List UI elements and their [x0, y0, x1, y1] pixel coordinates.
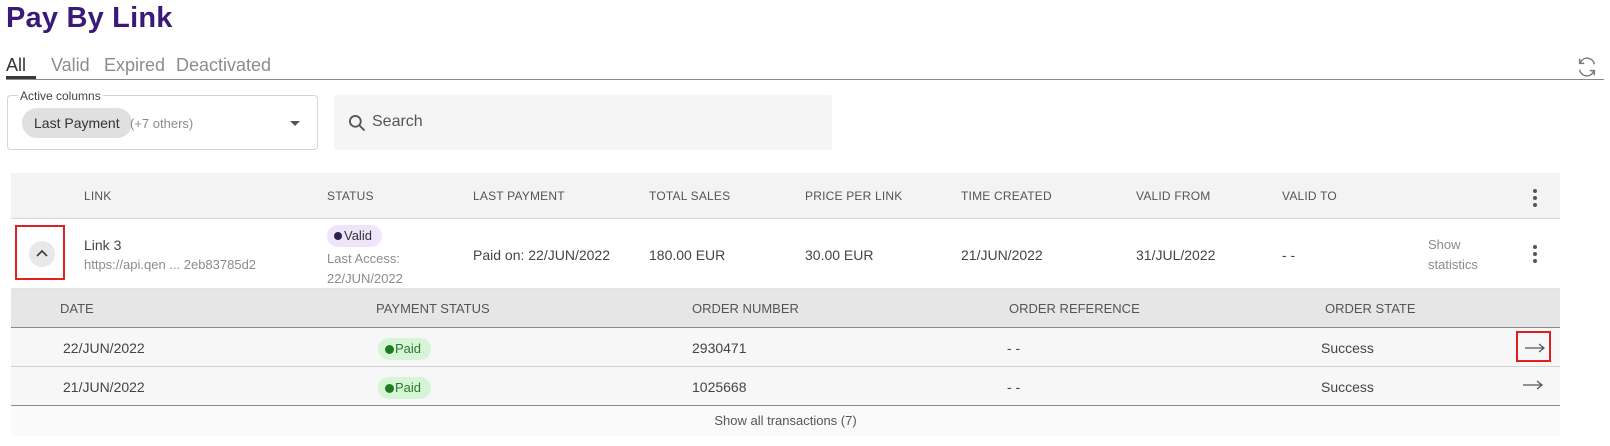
columns-menu-icon[interactable]	[1533, 189, 1537, 210]
payment-status-badge: Paid	[378, 377, 432, 399]
header-status: STATUS	[327, 189, 374, 203]
status-dot-icon	[334, 232, 342, 240]
active-columns-label: Active columns	[18, 89, 103, 103]
search-box[interactable]	[334, 95, 832, 150]
show-statistics-line2: statistics	[1428, 257, 1478, 272]
transaction-date: 22/JUN/2022	[63, 340, 145, 356]
table-header: LINK STATUS LAST PAYMENT TOTAL SALES PRI…	[11, 173, 1560, 219]
link-name[interactable]: Link 3	[84, 237, 121, 253]
transactions-header: DATE PAYMENT STATUS ORDER NUMBER ORDER R…	[11, 289, 1560, 328]
show-statistics-line1: Show	[1428, 237, 1461, 252]
tab-valid[interactable]: Valid	[51, 55, 90, 76]
order-reference: - -	[1007, 379, 1021, 395]
link-url[interactable]: https://api.qen ... 2eb83785d2	[84, 257, 256, 272]
header-price-per-link: PRICE PER LINK	[805, 189, 903, 203]
others-count: (+7 others)	[130, 116, 194, 131]
last-access-date: 22/JUN/2022	[327, 271, 403, 286]
active-columns-select[interactable]: Active columns Last Payment (+7 others)	[7, 89, 318, 150]
status-label: Valid	[344, 228, 372, 243]
valid-from: 31/JUL/2022	[1136, 247, 1216, 263]
header-valid-to: VALID TO	[1282, 189, 1337, 203]
last-access: Last Access: 22/JUN/2022	[327, 249, 403, 289]
page-title: Pay By Link	[6, 2, 173, 34]
header-total-sales: TOTAL SALES	[649, 189, 731, 203]
header-payment-status: PAYMENT STATUS	[376, 301, 490, 316]
column-chip[interactable]: Last Payment	[22, 108, 132, 138]
order-number: 2930471	[692, 340, 747, 356]
tab-bar: All Valid Expired Deactivated	[6, 52, 1604, 80]
order-state: Success	[1321, 340, 1374, 356]
transaction-date: 21/JUN/2022	[63, 379, 145, 395]
search-icon	[347, 113, 367, 133]
header-last-payment: LAST PAYMENT	[473, 189, 565, 203]
collapse-button[interactable]	[29, 241, 55, 267]
expand-highlight	[15, 225, 65, 280]
row-menu-icon[interactable]	[1533, 245, 1537, 266]
transaction-row[interactable]: 21/JUN/2022 Paid 1025668 - - Success	[11, 367, 1560, 406]
transaction-row[interactable]: 22/JUN/2022 Paid 2930471 - - Success	[11, 328, 1560, 367]
header-valid-from: VALID FROM	[1136, 189, 1211, 203]
time-created: 21/JUN/2022	[961, 247, 1043, 263]
refresh-icon[interactable]	[1576, 56, 1598, 78]
status-badge: Valid	[327, 225, 382, 247]
header-time-created: TIME CREATED	[961, 189, 1052, 203]
open-transaction-button[interactable]	[1516, 370, 1551, 401]
header-order-state: ORDER STATE	[1325, 301, 1416, 316]
header-order-reference: ORDER REFERENCE	[1009, 301, 1140, 316]
paid-dot-icon	[385, 384, 394, 393]
header-link: LINK	[84, 189, 112, 203]
tab-expired[interactable]: Expired	[104, 55, 165, 76]
order-number: 1025668	[692, 379, 747, 395]
valid-to: - -	[1282, 247, 1296, 263]
paid-dot-icon	[385, 345, 394, 354]
links-table: LINK STATUS LAST PAYMENT TOTAL SALES PRI…	[11, 173, 1560, 436]
header-order-number: ORDER NUMBER	[692, 301, 799, 316]
order-state: Success	[1321, 379, 1374, 395]
show-all-transactions-link[interactable]: Show all transactions (7)	[11, 406, 1560, 436]
order-reference: - -	[1007, 340, 1021, 356]
tab-deactivated[interactable]: Deactivated	[176, 55, 271, 76]
last-payment: Paid on: 22/JUN/2022	[473, 247, 610, 263]
payment-status-label: Paid	[395, 380, 422, 395]
header-date: DATE	[60, 301, 94, 316]
tab-active-indicator	[6, 76, 36, 79]
total-sales: 180.00 EUR	[649, 247, 726, 263]
price-per-link: 30.00 EUR	[805, 247, 874, 263]
payment-status-badge: Paid	[378, 338, 432, 360]
table-row: Link 3 https://api.qen ... 2eb83785d2 Va…	[11, 219, 1560, 289]
last-access-label: Last Access:	[327, 251, 400, 266]
open-transaction-button[interactable]	[1516, 331, 1551, 362]
show-statistics-link[interactable]: Show statistics	[1428, 235, 1478, 275]
tab-all[interactable]: All	[6, 55, 26, 76]
chevron-down-icon[interactable]	[290, 121, 300, 126]
search-input[interactable]	[372, 107, 812, 137]
payment-status-label: Paid	[395, 341, 422, 356]
